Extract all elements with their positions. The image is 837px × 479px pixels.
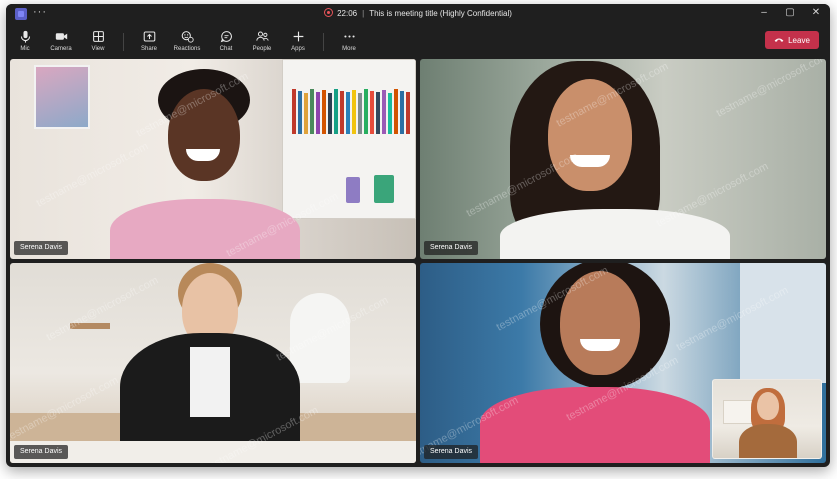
phone-hangup-icon: [774, 38, 784, 42]
book: [400, 91, 404, 134]
chat-icon: [208, 30, 244, 43]
book: [382, 90, 386, 134]
book: [364, 89, 368, 134]
participant-name-tag: Serena Davis: [14, 445, 69, 459]
watermark-text: testname@microsoft.com: [714, 59, 826, 120]
book: [298, 91, 302, 134]
mic-icon: [7, 30, 43, 43]
meeting-window: ··· 22:06 | This is meeting title (Highly …: [6, 4, 830, 467]
minimize-icon[interactable]: –: [758, 7, 770, 18]
self-view-tile[interactable]: [712, 379, 822, 459]
leave-button[interactable]: Leave: [765, 31, 819, 49]
side-table: [70, 323, 110, 329]
camera-icon: [43, 30, 79, 43]
book: [328, 93, 332, 134]
participant-name-tag: Serena Davis: [424, 445, 479, 459]
toolbar-divider: [323, 33, 324, 51]
title-separator: |: [362, 9, 365, 18]
book: [322, 90, 326, 134]
book: [376, 92, 380, 134]
participant-blouse: [190, 347, 230, 417]
chat-label: Chat: [219, 46, 233, 52]
participant-face: [548, 79, 632, 191]
book: [292, 89, 296, 134]
share-screen-icon: [131, 30, 167, 43]
book: [352, 90, 356, 134]
meeting-title-area: 22:06 | This is meeting title (Highly Conf…: [6, 8, 830, 18]
book: [310, 89, 314, 134]
camera-button[interactable]: Camera: [43, 30, 79, 52]
lamp: [723, 400, 753, 424]
participant-smile: [580, 339, 620, 351]
view-button[interactable]: View: [80, 30, 116, 52]
book: [406, 92, 410, 134]
share-label: Share: [140, 46, 157, 52]
participant-smile: [570, 155, 610, 167]
participant-face: [168, 89, 240, 181]
camera-label: Camera: [50, 46, 72, 52]
book: [358, 93, 362, 134]
self-view-body: [739, 424, 797, 458]
chair: [290, 293, 350, 383]
toolbar-divider: [123, 33, 124, 51]
book: [370, 91, 374, 134]
more-icon: [331, 30, 367, 43]
watermark-text: testname@microsoft.com: [34, 140, 151, 210]
participant-name-tag: Serena Davis: [424, 241, 479, 255]
chat-button[interactable]: Chat: [208, 30, 244, 52]
more-button[interactable]: More: [331, 30, 367, 52]
people-label: People: [252, 46, 272, 52]
people-icon: [244, 30, 280, 43]
plus-icon: [280, 30, 316, 43]
vase: [346, 177, 360, 203]
apps-label: Apps: [291, 46, 305, 52]
close-icon[interactable]: ✕: [810, 7, 822, 18]
book: [316, 92, 320, 134]
participant-body: [500, 209, 730, 259]
participant-tile[interactable]: testname@microsoft.com testname@microsof…: [420, 263, 826, 463]
reactions-icon: [169, 30, 205, 43]
watermark-text: testname@microsoft.com: [44, 274, 161, 344]
people-button[interactable]: People: [244, 30, 280, 52]
grid-view-icon: [80, 30, 116, 43]
meeting-title: This is meeting title (Highly Confidenti…: [369, 9, 512, 18]
book: [346, 92, 350, 134]
participant-face: [560, 271, 640, 375]
leave-label: Leave: [788, 35, 810, 45]
meeting-timer: 22:06: [337, 9, 358, 18]
window-frame: [740, 263, 826, 383]
participant-tile[interactable]: testname@microsoft.com testname@microsof…: [10, 263, 416, 463]
participant-tile[interactable]: testname@microsoft.com testname@microsof…: [420, 59, 826, 259]
wall-poster: [34, 65, 90, 129]
window-controls: – ▢ ✕: [758, 7, 822, 18]
more-label: More: [342, 46, 356, 52]
mic-label: Mic: [20, 46, 30, 52]
book: [334, 89, 338, 134]
meeting-toolbar: Mic Camera View Share Reactions Chat Peo…: [6, 24, 830, 58]
desk: [10, 441, 416, 463]
vase: [374, 175, 394, 203]
self-view-face: [757, 392, 779, 420]
book: [394, 89, 398, 134]
book: [304, 93, 308, 134]
mic-button[interactable]: Mic: [7, 30, 43, 52]
participant-tile[interactable]: testname@microsoft.com testname@microsof…: [10, 59, 416, 259]
video-grid: testname@microsoft.com testname@microsof…: [10, 59, 826, 463]
title-bar: ··· 22:06 | This is meeting title (Highly …: [6, 4, 830, 24]
reactions-label: Reactions: [173, 46, 201, 52]
share-button[interactable]: Share: [131, 30, 167, 52]
participant-name-tag: Serena Davis: [14, 241, 69, 255]
view-label: View: [91, 46, 105, 52]
apps-button[interactable]: Apps: [280, 30, 316, 52]
book: [388, 93, 392, 134]
reactions-button[interactable]: Reactions: [169, 30, 205, 52]
book: [340, 91, 344, 134]
recording-icon: [324, 8, 334, 17]
participant-body: [110, 199, 300, 259]
maximize-icon[interactable]: ▢: [784, 7, 796, 18]
participant-body: [480, 387, 710, 463]
